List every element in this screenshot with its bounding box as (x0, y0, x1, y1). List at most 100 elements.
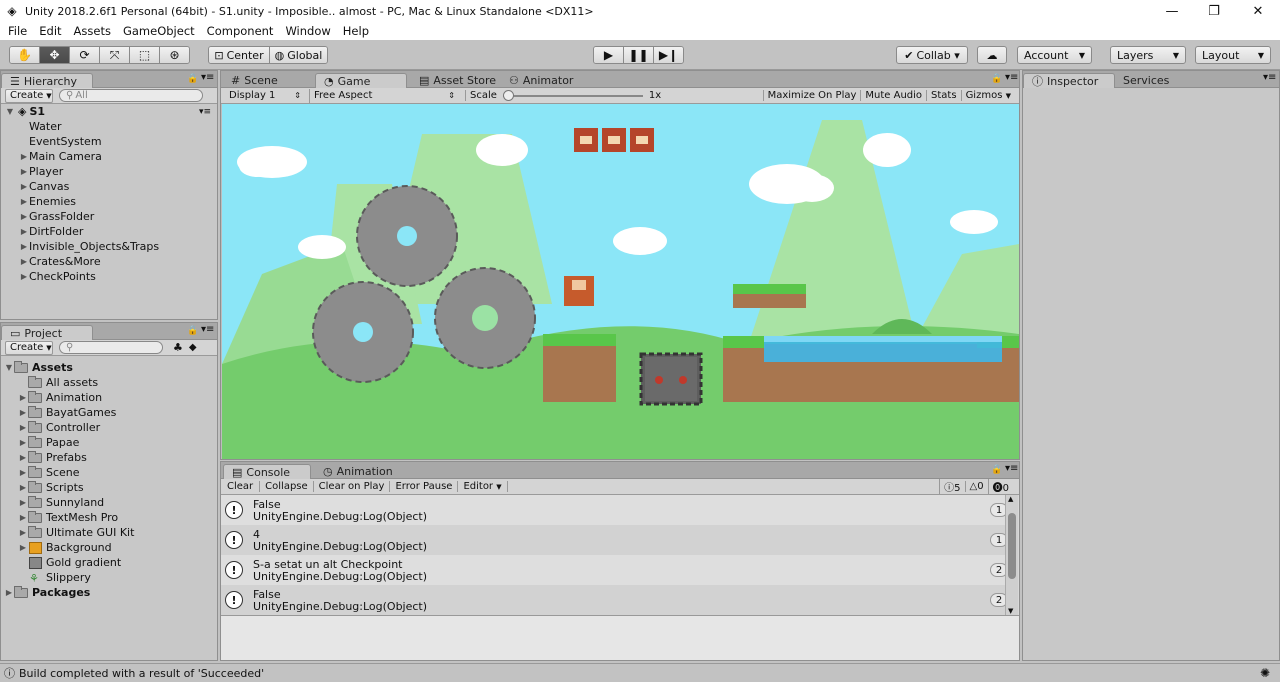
project-item[interactable]: ▶ Papae (1, 435, 217, 450)
project-item[interactable]: ▶ Scripts (1, 480, 217, 495)
clear-on-play-toggle[interactable]: Clear on Play (314, 481, 391, 492)
hierarchy-item[interactable]: ▶ CheckPoints (1, 269, 217, 284)
restore-button[interactable]: ❐ (1192, 0, 1236, 22)
scale-slider[interactable] (502, 89, 643, 103)
project-item[interactable]: ▶ BayatGames (1, 405, 217, 420)
tab-game[interactable]: ◔ Game (315, 73, 407, 88)
expand-arrow-icon[interactable]: ▶ (19, 182, 29, 191)
hierarchy-item[interactable]: ▶ GrassFolder (1, 209, 217, 224)
project-item[interactable]: ▶ Scene (1, 465, 217, 480)
expand-arrow-icon[interactable]: ▶ (19, 257, 29, 266)
warning-count-toggle[interactable]: △0 (964, 481, 988, 492)
tab-services[interactable]: Services (1115, 73, 1177, 88)
close-button[interactable]: ✕ (1236, 0, 1280, 22)
expand-arrow-icon[interactable]: ▶ (19, 167, 29, 176)
tab-animation[interactable]: ◷ Animation (315, 464, 401, 479)
global-toggle[interactable]: ◍ Global (269, 47, 327, 63)
cloud-button[interactable]: ☁ (977, 46, 1007, 64)
create-dropdown[interactable]: Create ▼ (5, 340, 53, 355)
minimize-button[interactable]: — (1150, 0, 1194, 22)
project-item[interactable]: ▶ Ultimate GUI Kit (1, 525, 217, 540)
info-count-toggle[interactable]: ⓘ5 (939, 479, 964, 494)
aspect-dropdown[interactable]: Free Aspect ⇕ (309, 88, 459, 103)
gizmos-dropdown[interactable]: Gizmos ▼ (960, 90, 1015, 101)
collab-button[interactable]: ✔ Collab ▾ (896, 46, 968, 64)
menu-gameobject[interactable]: GameObject (117, 24, 201, 38)
project-item[interactable]: ⚘ Slippery (1, 570, 217, 585)
scene-root[interactable]: ▼ ◈ S1 ▾≡ (1, 104, 217, 119)
tab-inspector[interactable]: ⓘ Inspector (1023, 73, 1115, 88)
project-search-input[interactable]: ⚲ (59, 341, 163, 354)
expand-arrow-icon[interactable]: ▶ (19, 272, 29, 281)
lock-icon[interactable]: 🔒 (187, 74, 198, 84)
menu-window[interactable]: Window (279, 24, 336, 38)
scale-tool-icon[interactable]: ⤧ (100, 47, 130, 63)
play-button[interactable]: ▶ (594, 47, 624, 63)
lock-icon[interactable]: 🔒 (991, 465, 1002, 475)
menu-component[interactable]: Component (201, 24, 280, 38)
expand-arrow-icon[interactable]: ▶ (18, 528, 28, 537)
expand-arrow-icon[interactable]: ▶ (18, 543, 28, 552)
console-entry[interactable]: ! 4 UnityEngine.Debug:Log(Object) 1 (221, 525, 1018, 555)
center-toggle[interactable]: ⊡ Center (209, 47, 270, 63)
project-item[interactable]: Gold gradient (1, 555, 217, 570)
hierarchy-item[interactable]: ▶ Canvas (1, 179, 217, 194)
expand-arrow-icon[interactable]: ▼ (4, 363, 14, 372)
scroll-up-icon[interactable]: ▲ (1008, 495, 1013, 503)
hierarchy-item[interactable]: ▶ Player (1, 164, 217, 179)
game-canvas[interactable] (222, 104, 1019, 459)
expand-arrow-icon[interactable]: ▶ (19, 152, 29, 161)
panel-menu-icon[interactable]: ▾≡ (1263, 72, 1276, 83)
hierarchy-search-input[interactable]: ⚲ All (59, 89, 203, 102)
console-entry[interactable]: ! False UnityEngine.Debug:Log(Object) 1 (221, 495, 1018, 525)
rect-tool-icon[interactable]: ⬚ (130, 47, 160, 63)
project-item[interactable]: ▶ Prefabs (1, 450, 217, 465)
console-entry[interactable]: ! False UnityEngine.Debug:Log(Object) 2 (221, 585, 1018, 615)
filter-label-icon[interactable]: ◆ (189, 342, 197, 353)
tab-project[interactable]: ▭ Project (1, 325, 93, 340)
console-scrollbar[interactable]: ▲ ▼ (1005, 495, 1018, 615)
tab-hierarchy[interactable]: ☰ Hierarchy (1, 73, 93, 88)
tab-animator[interactable]: ⚇ Animator (501, 73, 581, 88)
layers-dropdown[interactable]: Layers ▼ (1110, 46, 1186, 64)
lock-icon[interactable]: 🔒 (991, 74, 1002, 84)
scroll-thumb[interactable] (1008, 513, 1016, 579)
lock-icon[interactable]: 🔒 (187, 326, 198, 336)
collapse-toggle[interactable]: Collapse (260, 481, 314, 492)
error-pause-toggle[interactable]: Error Pause (390, 481, 459, 492)
menu-help[interactable]: Help (337, 24, 375, 38)
tab-console[interactable]: ▤ Console (223, 464, 311, 479)
pause-button[interactable]: ❚❚ (624, 47, 654, 63)
expand-arrow-icon[interactable]: ▼ (5, 107, 15, 116)
packages-root[interactable]: ▶ Packages (1, 585, 217, 600)
layout-dropdown[interactable]: Layout ▼ (1195, 46, 1271, 64)
project-item[interactable]: ▶ TextMesh Pro (1, 510, 217, 525)
console-entry[interactable]: ! S-a setat un alt Checkpoint UnityEngine.… (221, 555, 1018, 585)
hierarchy-item[interactable]: EventSystem (1, 134, 217, 149)
tab-scene[interactable]: # Scene (223, 73, 286, 88)
hierarchy-item[interactable]: ▶ DirtFolder (1, 224, 217, 239)
clear-button[interactable]: Clear (221, 481, 261, 492)
rotate-tool-icon[interactable]: ⟳ (70, 47, 100, 63)
assets-root[interactable]: ▼ Assets (1, 360, 217, 375)
hierarchy-item[interactable]: Water (1, 119, 217, 134)
panel-menu-icon[interactable]: ▾≡ (1005, 463, 1018, 474)
hierarchy-item[interactable]: ▶ Main Camera (1, 149, 217, 164)
expand-arrow-icon[interactable]: ▶ (18, 498, 28, 507)
expand-arrow-icon[interactable]: ▶ (18, 513, 28, 522)
hierarchy-item[interactable]: ▶ Crates&More (1, 254, 217, 269)
scroll-down-icon[interactable]: ▼ (1008, 607, 1013, 615)
expand-arrow-icon[interactable]: ▶ (19, 212, 29, 221)
create-dropdown[interactable]: Create ▼ (5, 88, 53, 103)
expand-arrow-icon[interactable]: ▶ (18, 393, 28, 402)
hand-tool-icon[interactable]: ✋ (10, 47, 40, 63)
expand-arrow-icon[interactable]: ▶ (18, 483, 28, 492)
slider-thumb[interactable] (502, 89, 514, 101)
expand-arrow-icon[interactable]: ▶ (19, 197, 29, 206)
expand-arrow-icon[interactable]: ▶ (4, 588, 14, 597)
step-button[interactable]: ▶❙ (654, 47, 683, 63)
hierarchy-item[interactable]: ▶ Enemies (1, 194, 217, 209)
editor-dropdown[interactable]: Editor ▼ (458, 481, 508, 492)
transform-tool-icon[interactable]: ⊛ (160, 47, 189, 63)
project-item[interactable]: All assets (1, 375, 217, 390)
